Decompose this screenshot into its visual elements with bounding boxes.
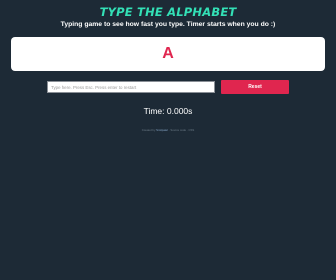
- footer-suffix: · Source code · CSS: [168, 128, 195, 132]
- author-link[interactable]: Smitpatel: [156, 128, 168, 132]
- reset-button[interactable]: Reset: [221, 80, 289, 94]
- current-letter: A: [162, 45, 174, 62]
- timer-display: Time: 0.000s: [143, 106, 193, 116]
- page-title: Type The Alphabet: [99, 5, 237, 19]
- footer-prefix: Created by: [141, 128, 156, 132]
- footer: Created by Smitpatel · Source code · CSS: [0, 128, 336, 132]
- typing-input[interactable]: [47, 81, 215, 93]
- letter-card: A: [11, 37, 325, 71]
- page-subtitle: Typing game to see how fast you type. Ti…: [60, 21, 276, 28]
